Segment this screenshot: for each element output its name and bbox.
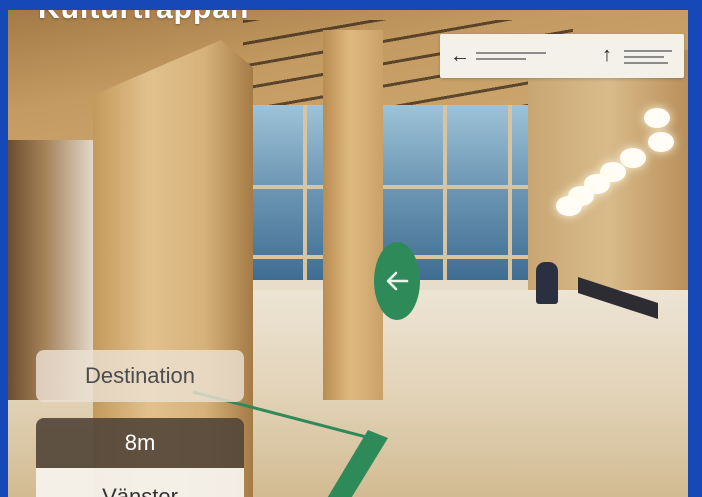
arrow-up-icon: ↑ [602,44,612,66]
distance-label: 8m [36,418,244,468]
camera-view: ← ↑ Kulturtrappan Destination 8m Vänster [8,10,688,497]
seated-person [536,262,558,304]
wood-column [323,30,383,400]
arrow-left-icon: ← [450,45,470,67]
location-title: Kulturtrappan [38,10,249,26]
arrow-left-icon [386,271,409,291]
wayfinding-sign: ← ↑ [440,34,684,78]
destination-button[interactable]: Destination [36,350,244,402]
navigation-arrow [374,242,420,320]
direction-label: Vänster [36,468,244,497]
